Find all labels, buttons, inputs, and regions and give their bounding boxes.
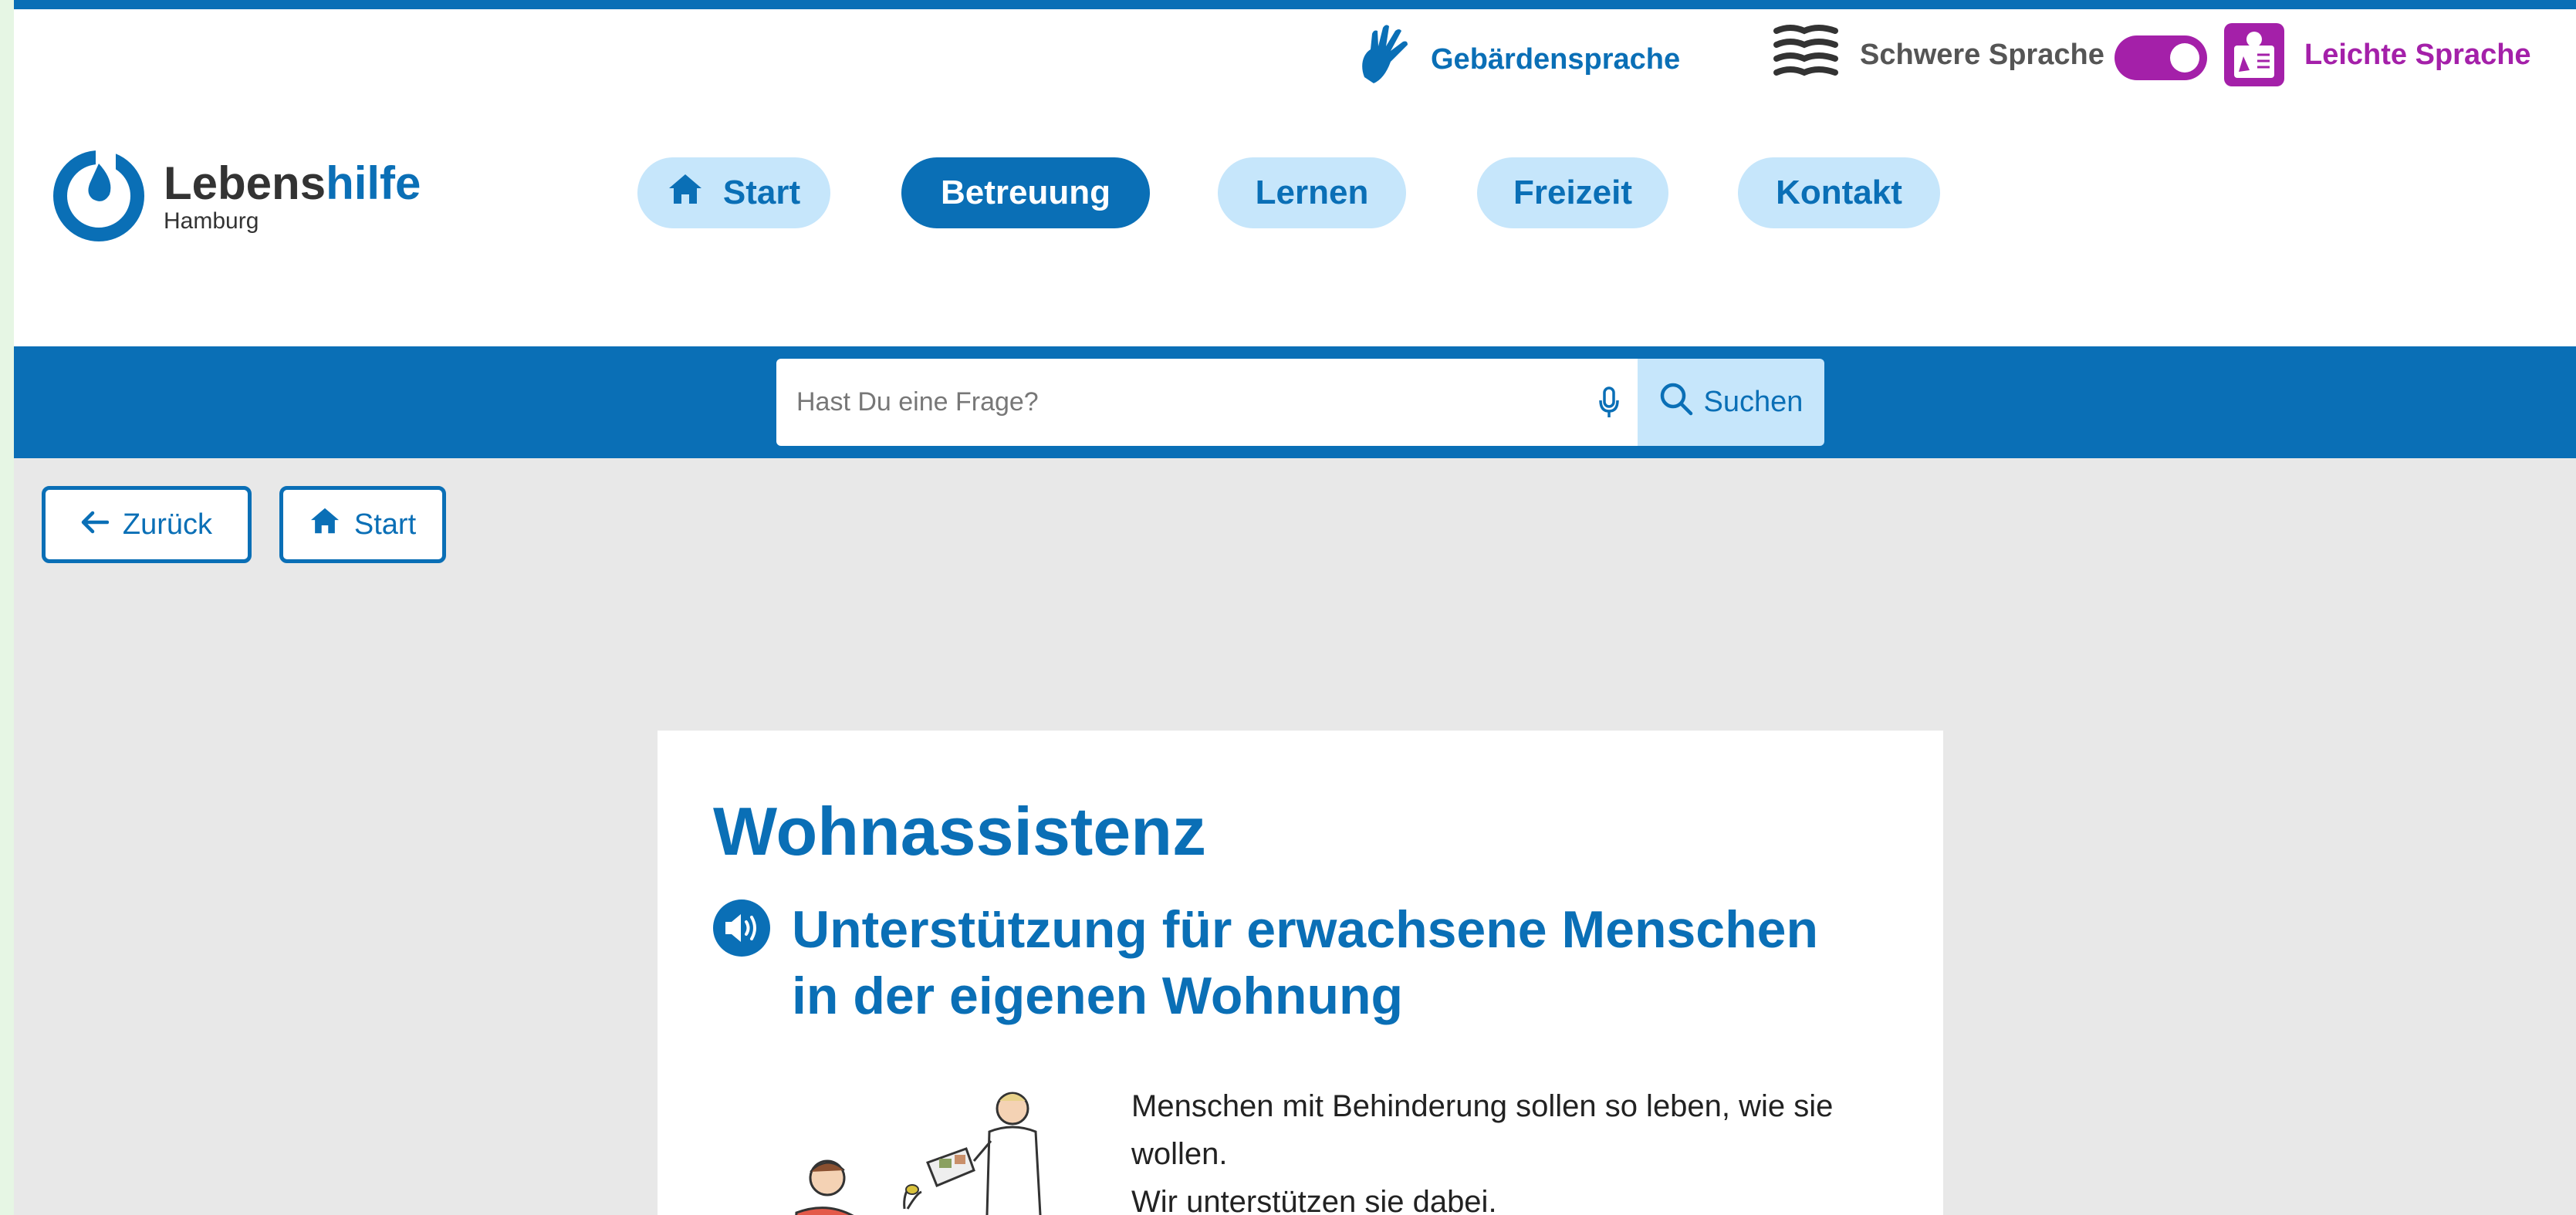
page-title: Wohnassistenz (713, 793, 1206, 869)
nav-start[interactable]: Start (637, 157, 830, 228)
magnifier-icon (1659, 382, 1693, 424)
easy-language-icon (2224, 23, 2284, 86)
nav-freizeit[interactable]: Freizeit (1477, 157, 1668, 228)
search-band: Suchen (14, 346, 2576, 458)
body-line: Wir unterstützen sie dabei. (1131, 1185, 1497, 1215)
body-line: wollen. (1131, 1137, 1228, 1171)
language-toggle[interactable] (2115, 35, 2207, 80)
top-accent-line (14, 0, 2576, 9)
start-button-label: Start (353, 508, 417, 541)
nav-betreuung[interactable]: Betreuung (901, 157, 1150, 228)
body-line: Menschen mit Behinderung sollen so leben… (1131, 1089, 1834, 1123)
easy-language-label: Leichte Sprache (2304, 38, 2531, 71)
back-button-label: Zurück (122, 508, 213, 541)
sign-language-label: Gebärdensprache (1431, 42, 1681, 76)
start-button[interactable]: Start (279, 486, 446, 563)
sign-language-link[interactable]: Gebärdensprache (1357, 23, 1680, 96)
microphone-icon[interactable] (1597, 386, 1621, 423)
sign-language-icon (1357, 23, 1411, 96)
search-input[interactable] (796, 387, 1618, 417)
search-button-label: Suchen (1703, 386, 1804, 418)
toggle-knob (2170, 43, 2199, 73)
search-bar: Suchen (776, 359, 1824, 446)
text-lines-icon (1772, 23, 1840, 86)
nav-lernen-label: Lernen (1255, 174, 1369, 211)
back-button[interactable]: Zurück (42, 486, 252, 563)
speaker-icon[interactable] (713, 899, 770, 957)
nav-lernen[interactable]: Lernen (1218, 157, 1406, 228)
home-icon (309, 507, 340, 542)
easy-language-link[interactable]: Leichte Sprache (2224, 23, 2531, 86)
content-card: Wohnassistenz Unterstützung für erwachse… (658, 731, 1943, 1215)
main-nav: Start Betreuung Lernen Freizeit Kontakt (14, 157, 2576, 228)
page: Gebärdensprache Schwere Sprache Leichte … (14, 0, 2576, 1215)
nav-kontakt[interactable]: Kontakt (1738, 157, 1940, 228)
home-icon (668, 173, 703, 214)
hard-language-label: Schwere Sprache (1860, 38, 2104, 71)
search-field-wrapper (776, 359, 1638, 446)
search-button[interactable]: Suchen (1638, 359, 1824, 446)
subtitle-row: Unterstützung für erwachsene Menschen in… (713, 896, 1834, 1029)
body-text: Menschen mit Behinderung sollen so leben… (1131, 1082, 1903, 1215)
hard-language-link[interactable]: Schwere Sprache (1772, 23, 2104, 86)
illustration-people-with-book (719, 1078, 1051, 1215)
nav-kontakt-label: Kontakt (1776, 174, 1902, 211)
nav-start-label: Start (722, 174, 801, 211)
header: Gebärdensprache Schwere Sprache Leichte … (14, 9, 2576, 346)
nav-betreuung-label: Betreuung (941, 174, 1111, 211)
arrow-left-icon (81, 508, 110, 542)
page-subtitle: Unterstützung für erwachsene Menschen in… (792, 900, 1819, 1025)
nav-freizeit-label: Freizeit (1513, 174, 1633, 211)
